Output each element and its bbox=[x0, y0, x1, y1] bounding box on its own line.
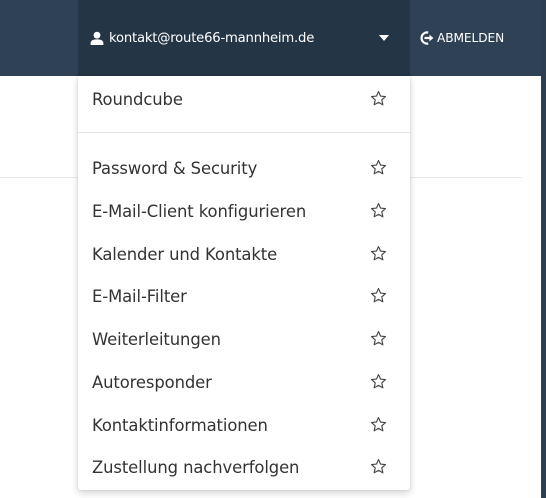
star-outline-icon[interactable] bbox=[370, 287, 387, 304]
menu-item-roundcube[interactable]: Roundcube bbox=[78, 81, 410, 117]
star-outline-icon[interactable] bbox=[370, 330, 387, 347]
star-outline-icon[interactable] bbox=[370, 159, 387, 176]
menu-item-label: Zustellung nachverfolgen bbox=[92, 457, 300, 477]
user-dropdown-menu: Roundcube Password & Security E-Mail-Cli… bbox=[78, 76, 410, 490]
menu-item-forwarding[interactable]: Weiterleitungen bbox=[78, 321, 410, 357]
star-outline-icon[interactable] bbox=[370, 245, 387, 262]
caret-down-icon bbox=[379, 35, 389, 41]
menu-item-email-client[interactable]: E-Mail-Client konfigurieren bbox=[78, 193, 410, 229]
menu-item-label: Kontaktinformationen bbox=[92, 415, 268, 435]
logout-label: ABMELDEN bbox=[437, 31, 505, 45]
menu-item-label: E-Mail-Filter bbox=[92, 286, 187, 306]
menu-item-delivery-tracking[interactable]: Zustellung nachverfolgen bbox=[78, 449, 410, 485]
menu-item-email-filter[interactable]: E-Mail-Filter bbox=[78, 278, 410, 314]
user-icon bbox=[90, 31, 104, 45]
page-edge bbox=[541, 0, 546, 498]
menu-divider bbox=[78, 132, 410, 133]
star-outline-icon[interactable] bbox=[370, 90, 387, 107]
star-outline-icon[interactable] bbox=[370, 202, 387, 219]
menu-item-label: E-Mail-Client konfigurieren bbox=[92, 201, 307, 221]
menu-item-label: Roundcube bbox=[92, 89, 183, 109]
sign-out-icon bbox=[420, 31, 434, 45]
star-outline-icon[interactable] bbox=[370, 373, 387, 390]
menu-item-contact-info[interactable]: Kontaktinformationen bbox=[78, 407, 410, 443]
star-outline-icon[interactable] bbox=[370, 458, 387, 475]
menu-item-password-security[interactable]: Password & Security bbox=[78, 150, 410, 186]
menu-item-label: Kalender und Kontakte bbox=[92, 244, 278, 264]
user-email: kontakt@route66-mannheim.de bbox=[109, 30, 315, 46]
menu-item-label: Autoresponder bbox=[92, 372, 212, 392]
star-outline-icon[interactable] bbox=[370, 416, 387, 433]
user-menu-toggle[interactable]: kontakt@route66-mannheim.de bbox=[78, 0, 410, 76]
menu-item-label: Weiterleitungen bbox=[92, 329, 221, 349]
menu-item-autoresponder[interactable]: Autoresponder bbox=[78, 364, 410, 400]
menu-item-calendar-contacts[interactable]: Kalender und Kontakte bbox=[78, 236, 410, 272]
menu-item-label: Password & Security bbox=[92, 158, 258, 178]
logout-button[interactable]: ABMELDEN bbox=[420, 0, 504, 76]
